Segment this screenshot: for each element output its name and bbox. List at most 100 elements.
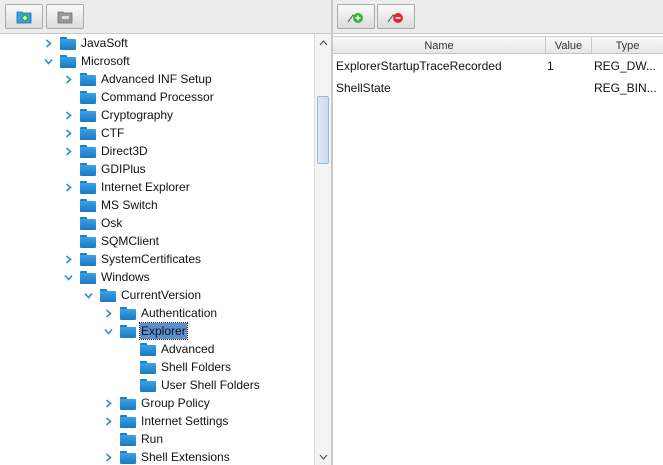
tree-node-label: Advanced [161,342,215,356]
chevron-down-icon[interactable] [42,55,54,67]
folder-icon [60,36,76,50]
column-header-name[interactable]: Name [333,37,546,54]
tree-node[interactable]: SystemCertificates [62,250,202,268]
tree-node[interactable]: Windows [62,268,151,286]
chevron-right-icon[interactable] [42,37,54,49]
folder-icon [120,432,136,446]
tree-node[interactable]: CTF [62,124,125,142]
tree-node[interactable]: Shell Folders [122,358,232,376]
tree-node[interactable]: JavaSoft [42,34,129,52]
tree-node[interactable]: User Shell Folders [122,376,261,394]
folder-icon [80,108,96,122]
folder-icon [80,90,96,104]
scroll-up-icon[interactable] [315,36,331,50]
folder-icon [80,216,96,230]
tree-node-label: Internet Explorer [101,180,190,194]
tree-node-label: SQMClient [101,234,160,248]
tree-node[interactable]: GDIPlus [62,160,147,178]
tree-node[interactable]: Advanced INF Setup [62,70,213,88]
tree-node-label: Advanced INF Setup [101,72,212,86]
value-toolbar [333,0,663,34]
value-add-icon [347,12,363,23]
column-header-value[interactable]: Value [546,37,592,54]
tree-node[interactable]: Advanced [122,340,215,358]
chevron-right-icon[interactable] [62,127,74,139]
tree-scrollbar[interactable] [314,34,331,465]
tree-node[interactable]: Direct3D [62,142,149,160]
folder-icon [140,342,156,356]
folder-icon [80,72,96,86]
tree-node-label: Command Processor [101,90,214,104]
tree-node-label: GDIPlus [101,162,146,176]
chevron-down-icon[interactable] [62,271,74,283]
tree-node-label: JavaSoft [81,36,128,50]
folder-icon [80,126,96,140]
add-key-button[interactable] [5,4,43,29]
add-value-button[interactable] [337,4,375,29]
registry-tree[interactable]: JavaSoft Microsoft Advanced INF Setup Comma… [0,34,314,465]
tree-node-label: Direct3D [101,144,148,158]
tree-node[interactable]: Explorer [102,322,188,340]
folder-icon [100,288,116,302]
tree-node[interactable]: SQMClient [62,232,160,250]
scroll-down-icon[interactable] [315,450,331,464]
chevron-right-icon[interactable] [62,109,74,121]
tree-node-label: Windows [101,270,150,284]
folder-icon [60,54,76,68]
folder-remove-icon [57,11,73,23]
tree-node-label: Run [141,432,164,446]
tree-node[interactable]: Internet Settings [102,412,229,430]
value-data [547,77,591,99]
chevron-right-icon[interactable] [102,397,114,409]
folder-icon [80,252,96,266]
registry-value-pane: Name Value Type ExplorerStartupTraceReco… [333,0,663,465]
tree-node[interactable]: Microsoft [42,52,131,70]
chevron-down-icon[interactable] [82,289,94,301]
chevron-right-icon[interactable] [102,415,114,427]
tree-node-label: Internet Settings [141,414,229,428]
tree-node[interactable]: MS Switch [62,196,159,214]
tree-node[interactable]: Internet Explorer [62,178,191,196]
value-remove-icon [387,12,403,23]
folder-icon [120,414,136,428]
table-row[interactable]: ShellState REG_BIN... [333,77,663,99]
folder-icon [140,378,156,392]
tree-node[interactable]: Shell Extensions [102,448,231,465]
folder-icon [120,306,136,320]
folder-icon [120,450,136,464]
folder-icon [140,360,156,374]
chevron-right-icon[interactable] [102,307,114,319]
folder-add-icon [16,11,32,23]
tree-node[interactable]: Run [102,430,164,448]
tree-node[interactable]: Group Policy [102,394,211,412]
chevron-right-icon[interactable] [62,181,74,193]
folder-icon [120,396,136,410]
tree-node[interactable]: Osk [62,214,123,232]
folder-icon [80,270,96,284]
chevron-right-icon[interactable] [62,145,74,157]
table-row[interactable]: ExplorerStartupTraceRecorded 1 REG_DW... [333,55,663,77]
tree-scroll-thumb[interactable] [317,96,329,164]
folder-icon [120,324,136,338]
remove-key-button[interactable] [46,4,84,29]
tree-node[interactable]: Authentication [102,304,218,322]
chevron-right-icon[interactable] [62,73,74,85]
folder-icon [80,162,96,176]
tree-node-label: Cryptography [101,108,174,122]
tree-node-label: Shell Extensions [141,450,230,464]
tree-node-label: Explorer [139,322,188,340]
value-name: ExplorerStartupTraceRecorded [336,59,502,73]
chevron-down-icon[interactable] [102,325,114,337]
chevron-right-icon[interactable] [62,253,74,265]
tree-node[interactable]: Command Processor [62,88,215,106]
remove-value-button[interactable] [377,4,415,29]
tree-node-label: Microsoft [81,54,130,68]
tree-node-label: CTF [101,126,125,140]
tree-node[interactable]: Cryptography [62,106,174,124]
tree-node[interactable]: CurrentVersion [82,286,202,304]
tree-node-label: Osk [101,216,123,230]
column-header-type[interactable]: Type [592,37,663,54]
tree-node-label: SystemCertificates [101,252,202,266]
folder-icon [80,144,96,158]
chevron-right-icon[interactable] [102,451,114,463]
